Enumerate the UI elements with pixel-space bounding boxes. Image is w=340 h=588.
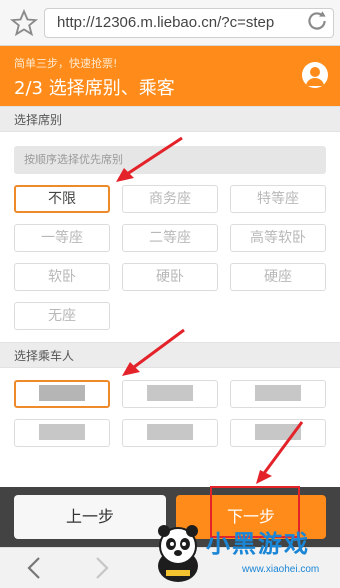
page-header: 简单三步，快速抢票! 2/3 选择席别、乘客 [0, 46, 340, 106]
avatar-icon[interactable] [302, 62, 328, 88]
passenger-option[interactable] [14, 419, 110, 447]
annotation-arrow-passenger [122, 328, 185, 376]
header-hint: 简单三步，快速抢票! [14, 57, 118, 70]
seat-option-first-class[interactable]: 一等座 [14, 224, 110, 252]
seat-section-label: 选择席别 [0, 106, 340, 132]
seat-option-hard-sleeper[interactable]: 硬卧 [122, 263, 218, 291]
url-text: http://12306.m.liebao.cn/?c=step [57, 14, 275, 31]
star-icon[interactable] [10, 9, 38, 37]
redacted-name [147, 423, 193, 440]
forward-arrow-icon[interactable] [92, 556, 112, 580]
passenger-option[interactable] [230, 380, 326, 408]
passenger-option[interactable] [14, 380, 110, 408]
seat-option-hard-seat[interactable]: 硬座 [230, 263, 326, 291]
watermark-text: 小黑游戏 [206, 530, 310, 558]
reload-icon[interactable] [304, 8, 330, 34]
passenger-option[interactable] [122, 419, 218, 447]
annotation-arrow-seat [116, 136, 183, 182]
panda-mascot-icon [158, 525, 198, 582]
browser-url-bar: http://12306.m.liebao.cn/?c=step [0, 0, 340, 46]
passenger-option[interactable] [122, 380, 218, 408]
prev-step-button[interactable]: 上一步 [14, 495, 166, 539]
annotation-arrow-next [256, 421, 304, 484]
back-arrow-icon[interactable] [24, 556, 44, 580]
url-input[interactable]: http://12306.m.liebao.cn/?c=step [44, 8, 334, 38]
watermark-url: www.xiaohei.com [242, 564, 320, 575]
redacted-name [39, 423, 85, 440]
seat-option-deluxe-sleeper[interactable]: 高等软卧 [230, 224, 326, 252]
redacted-name [255, 384, 301, 401]
seat-option-second-class[interactable]: 二等座 [122, 224, 218, 252]
seat-option-premium[interactable]: 特等座 [230, 185, 326, 213]
page-title: 2/3 选择席别、乘客 [14, 78, 175, 99]
redacted-name [147, 384, 193, 401]
seat-option-no-seat[interactable]: 无座 [14, 302, 110, 330]
redacted-name [39, 384, 85, 401]
seat-option-unlimited[interactable]: 不限 [14, 185, 110, 213]
watermark-logo: 小黑游戏 www.xiaohei.com [150, 520, 340, 587]
seat-option-business[interactable]: 商务座 [122, 185, 218, 213]
seat-option-soft-sleeper[interactable]: 软卧 [14, 263, 110, 291]
